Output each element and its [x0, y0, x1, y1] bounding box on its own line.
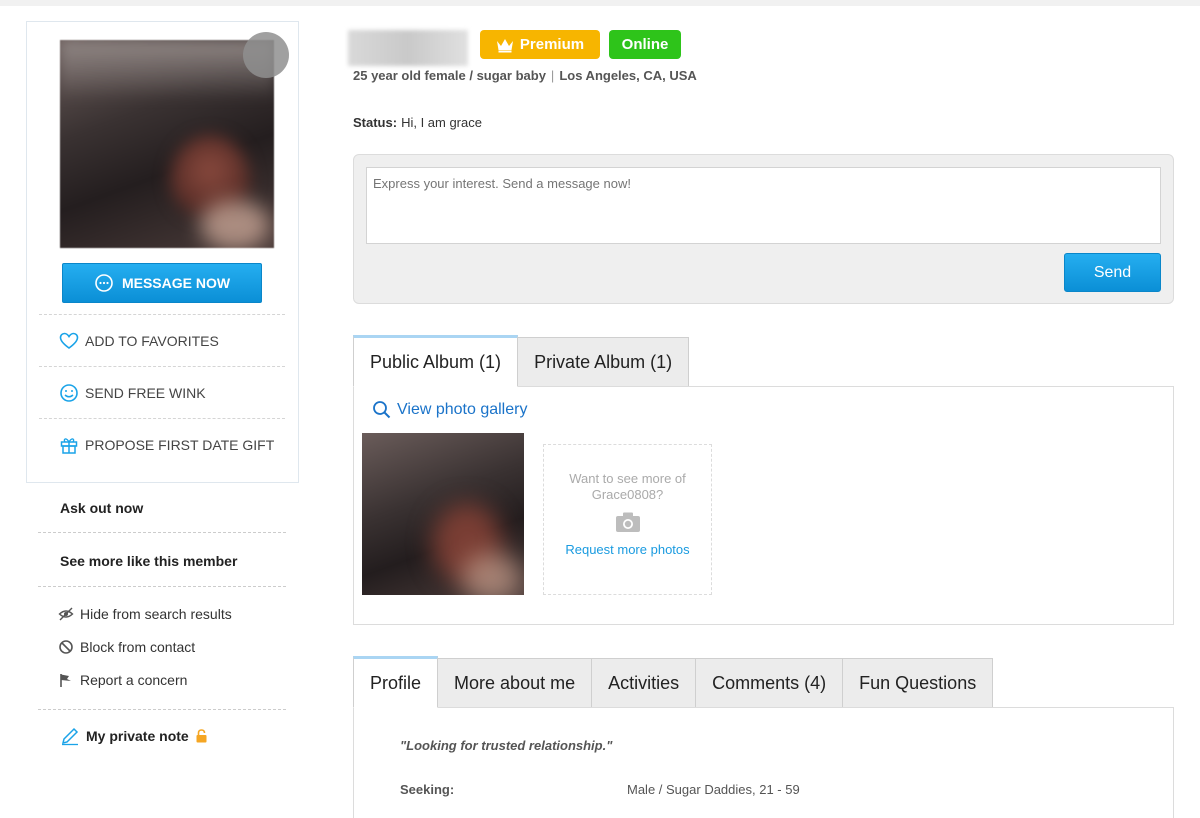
tab-profile[interactable]: Profile — [353, 656, 439, 708]
profile-photo[interactable] — [60, 40, 274, 248]
more-photos-prompt: Want to see more of Grace0808? — [569, 471, 686, 502]
profile-summary: 25 year old female / sugar baby | Los Ange… — [353, 68, 697, 83]
seeking-value: Male / Sugar Daddies, 21 - 59 — [627, 782, 800, 797]
tab-fun-questions[interactable]: Fun Questions — [842, 658, 994, 708]
pencil-icon — [61, 727, 79, 746]
profile-tabs: Profile More about me Activities Comment… — [353, 656, 994, 708]
tab-activities[interactable]: Activities — [591, 658, 697, 708]
chat-bubble-icon — [95, 274, 113, 292]
tab-private-album[interactable]: Private Album (1) — [517, 337, 690, 387]
search-icon — [373, 401, 391, 419]
eye-slash-icon — [58, 607, 74, 621]
send-free-wink-button[interactable]: SEND FREE WINK — [39, 366, 285, 418]
divider — [38, 709, 286, 710]
profile-card: MESSAGE NOW ADD TO FAVORITES SEND FREE W… — [26, 21, 299, 483]
request-more-photos-box: Want to see more of Grace0808? Request m… — [543, 444, 712, 595]
profile-page: MESSAGE NOW ADD TO FAVORITES SEND FREE W… — [0, 6, 1200, 818]
flag-icon — [60, 674, 71, 687]
seeking-label: Seeking: — [400, 782, 455, 797]
divider — [38, 532, 286, 533]
tab-public-album[interactable]: Public Album (1) — [353, 335, 519, 387]
camera-icon — [615, 512, 640, 532]
tab-more-about-me[interactable]: More about me — [437, 658, 593, 708]
heart-icon — [59, 332, 79, 349]
hide-from-search-link[interactable]: Hide from search results — [58, 606, 232, 622]
see-more-like-member-link[interactable]: See more like this member — [38, 553, 286, 569]
ask-out-now-link[interactable]: Ask out now — [38, 500, 286, 516]
tab-comments[interactable]: Comments (4) — [695, 658, 844, 708]
premium-badge: Premium — [480, 30, 600, 59]
album-photo-thumbnail[interactable] — [362, 433, 524, 595]
message-composer: Send — [353, 154, 1174, 304]
album-tabs: Public Album (1) Private Album (1) — [353, 335, 690, 387]
online-badge: Online — [609, 30, 681, 59]
report-concern-link[interactable]: Report a concern — [58, 672, 187, 688]
propose-first-date-gift-button[interactable]: PROPOSE FIRST DATE GIFT — [39, 418, 285, 470]
message-input[interactable] — [366, 167, 1161, 244]
album-panel: View photo gallery Want to see more of G… — [353, 386, 1174, 625]
view-photo-gallery-link[interactable]: View photo gallery — [372, 400, 527, 419]
send-button[interactable]: Send — [1064, 253, 1161, 292]
message-now-label: MESSAGE NOW — [121, 275, 231, 291]
block-from-contact-link[interactable]: Block from contact — [58, 639, 195, 655]
gift-icon — [60, 437, 78, 454]
request-more-photos-link[interactable]: Request more photos — [544, 542, 711, 557]
my-private-note-link[interactable]: My private note — [60, 726, 208, 746]
username-blurred — [348, 30, 468, 66]
profile-panel: "Looking for trusted relationship." Seek… — [353, 707, 1174, 818]
block-icon — [59, 640, 73, 654]
profile-headline: "Looking for trusted relationship." — [400, 738, 613, 753]
smiley-icon — [60, 383, 78, 402]
add-to-favorites-button[interactable]: ADD TO FAVORITES — [39, 314, 285, 366]
message-now-button[interactable]: MESSAGE NOW — [62, 263, 262, 303]
status-line: Status: Hi, I am grace — [353, 115, 482, 130]
crown-icon — [496, 38, 513, 52]
photo-overlay-badge[interactable] — [243, 32, 289, 78]
lock-icon — [196, 729, 207, 743]
divider — [38, 586, 286, 587]
